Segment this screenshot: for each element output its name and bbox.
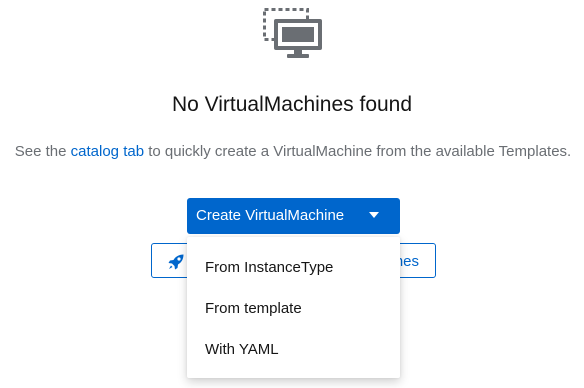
menu-item-from-instancetype[interactable]: From InstanceType: [187, 247, 400, 288]
body-suffix: to quickly create a VirtualMachine from …: [144, 143, 572, 160]
caret-down-icon: [369, 212, 379, 218]
virtual-machine-icon: [263, 8, 322, 58]
empty-state-title: No VirtualMachines found: [171, 93, 413, 116]
menu-item-with-yaml[interactable]: With YAML: [187, 329, 400, 370]
create-virtualmachine-button[interactable]: Create VirtualMachine: [187, 198, 400, 234]
body-prefix: See the: [14, 143, 71, 160]
menu-item-from-template[interactable]: From template: [187, 288, 400, 329]
empty-state-body: See the catalog tab to quickly create a …: [0, 142, 584, 162]
catalog-tab-link[interactable]: catalog tab: [71, 143, 144, 160]
create-dropdown-menu: From InstanceType From template With YAM…: [187, 237, 400, 378]
rocket-icon: [168, 254, 184, 270]
empty-state: No VirtualMachines found See the catalog…: [0, 0, 584, 388]
create-virtualmachine-label: Create VirtualMachine: [196, 207, 345, 224]
